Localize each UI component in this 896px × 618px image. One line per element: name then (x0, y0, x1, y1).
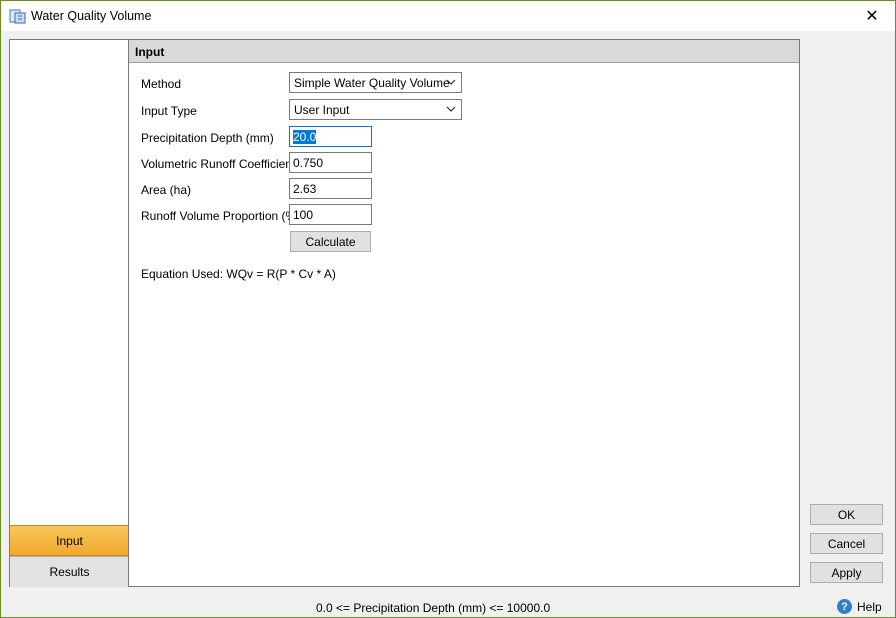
input-type-label: Input Type (141, 104, 197, 118)
area-input[interactable]: 2.63 (289, 178, 372, 199)
area-value: 2.63 (293, 182, 317, 196)
input-panel: Input Method Simple Water Quality Volume… (128, 39, 800, 587)
area-label: Area (ha) (141, 183, 192, 197)
close-button[interactable]: ✕ (849, 1, 895, 31)
water-quality-icon (9, 9, 26, 24)
method-label: Method (141, 77, 182, 91)
ok-button[interactable]: OK (810, 504, 883, 525)
precip-depth-input[interactable]: 20.0 (289, 126, 372, 147)
title-bar: Water Quality Volume ✕ (1, 1, 895, 31)
help-button[interactable]: ? Help (837, 599, 882, 614)
cancel-label: Cancel (827, 536, 866, 551)
ok-label: OK (837, 507, 856, 522)
chevron-down-icon (446, 106, 456, 112)
tab-input-label: Input (56, 533, 83, 548)
cancel-button[interactable]: Cancel (810, 533, 883, 554)
precip-depth-value: 20.0 (293, 130, 317, 144)
runoff-proportion-value: 100 (293, 208, 314, 222)
equation-text: Equation Used: WQv = R(P * Cv * A) (141, 267, 336, 281)
section-header: Input (129, 40, 799, 63)
input-type-value: User Input (294, 103, 350, 117)
runoff-proportion-label: Runoff Volume Proportion (%) (141, 209, 301, 223)
status-message: 0.0 <= Precipitation Depth (mm) <= 10000… (316, 601, 551, 615)
runoff-proportion-input[interactable]: 100 (289, 204, 372, 225)
calculate-button[interactable]: Calculate (290, 231, 371, 252)
method-dropdown[interactable]: Simple Water Quality Volume (289, 72, 462, 93)
runoff-coefficient-label: Volumetric Runoff Coefficient (141, 157, 296, 171)
input-type-dropdown[interactable]: User Input (289, 99, 462, 120)
apply-button[interactable]: Apply (810, 562, 883, 583)
close-icon: ✕ (865, 8, 879, 25)
dialog-window: Water Quality Volume ✕ Input Results Inp… (0, 0, 896, 618)
chevron-down-icon (446, 79, 456, 85)
tab-results[interactable]: Results (10, 556, 129, 587)
tab-input[interactable]: Input (10, 525, 129, 556)
precip-depth-label: Precipitation Depth (mm) (141, 131, 274, 145)
apply-label: Apply (831, 565, 862, 580)
runoff-coefficient-input[interactable]: 0.750 (289, 152, 372, 173)
tab-results-label: Results (49, 565, 90, 579)
runoff-coefficient-value: 0.750 (293, 156, 324, 170)
help-icon: ? (837, 599, 852, 614)
navigation-panel: Input Results (9, 39, 130, 587)
window-title: Water Quality Volume (31, 9, 152, 23)
calculate-label: Calculate (305, 234, 356, 249)
help-label: Help (857, 599, 882, 614)
method-value: Simple Water Quality Volume (294, 76, 450, 90)
